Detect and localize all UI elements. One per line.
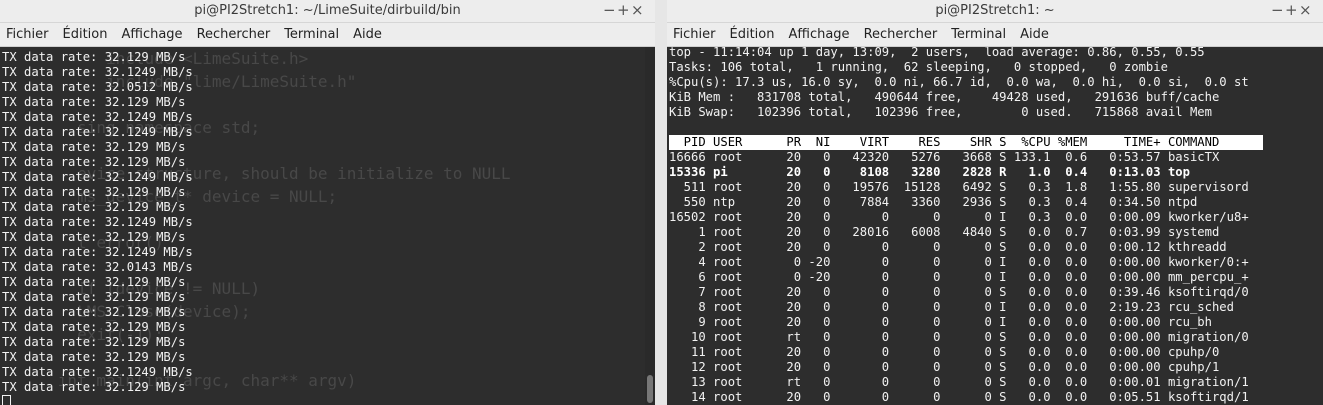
process-row: 13 root rt 0 0 0 0 S 0.0 0.0 0:00.01 mig…	[669, 375, 1249, 389]
log-line: TX data rate: 32.129 MB/s	[2, 140, 186, 154]
close-icon[interactable]: ×	[1299, 1, 1313, 19]
terminal-window-right: pi@PI2Stretch1: ~ −+× Fichier Édition Af…	[667, 0, 1323, 405]
scrollbar-thumb[interactable]	[647, 375, 653, 403]
menu-terminal[interactable]: Terminal	[951, 27, 1006, 42]
process-row: 1 root 20 0 28016 6008 4840 S 0.0 0.7 0:…	[669, 225, 1220, 239]
terminal-output[interactable]: include <LimeSuite.h> include "lime/Lime…	[0, 47, 645, 405]
log-line: TX data rate: 32.129 MB/s	[2, 200, 186, 214]
menu-aide[interactable]: Aide	[353, 27, 382, 42]
process-row: 2 root 20 0 0 0 0 S 0.0 0.0 0:00.12 kthr…	[669, 240, 1227, 254]
scrollbar[interactable]	[645, 47, 655, 405]
menu-terminal[interactable]: Terminal	[284, 27, 339, 42]
log-line: TX data rate: 32.129 MB/s	[2, 335, 186, 349]
log-line: TX data rate: 32.129 MB/s	[2, 230, 186, 244]
process-table-header: PID USER PR NI VIRT RES SHR S %CPU %MEM …	[669, 135, 1264, 150]
process-row: 10 root rt 0 0 0 0 S 0.0 0.0 0:00.00 mig…	[669, 330, 1249, 344]
log-line: TX data rate: 32.129 MB/s	[2, 155, 186, 169]
top-output: top - 11:14:04 up 1 day, 13:09, 2 users,…	[669, 47, 1264, 405]
tx-rate-log: TX data rate: 32.129 MB/s TX data rate: 3…	[2, 50, 193, 405]
process-row: 15336 pi 20 0 8108 3280 2828 R 1.0 0.4 0…	[669, 165, 1190, 179]
title-bar[interactable]: pi@PI2Stretch1: ~/LimeSuite/dirbuild/bin…	[0, 0, 655, 23]
log-line: TX data rate: 32.1249 MB/s	[2, 110, 193, 124]
process-row: 7 root 20 0 0 0 0 S 0.0 0.0 0:39.46 ksof…	[669, 285, 1249, 299]
process-row: 11 root 20 0 0 0 0 S 0.0 0.0 0:00.00 cpu…	[669, 345, 1220, 359]
log-line: TX data rate: 32.129 MB/s	[2, 185, 186, 199]
log-line: TX data rate: 32.129 MB/s	[2, 95, 186, 109]
log-line: TX data rate: 32.129 MB/s	[2, 305, 186, 319]
menu-bar: Fichier Édition Affichage Rechercher Ter…	[667, 23, 1323, 47]
log-line: TX data rate: 32.129 MB/s	[2, 275, 186, 289]
process-row: 511 root 20 0 19576 15128 6492 S 0.3 1.8…	[669, 180, 1249, 194]
minimize-icon[interactable]: −	[603, 1, 617, 19]
close-icon[interactable]: ×	[631, 1, 645, 19]
menu-aide[interactable]: Aide	[1020, 27, 1049, 42]
log-line: TX data rate: 32.0512 MB/s	[2, 80, 193, 94]
log-line: TX data rate: 32.1249 MB/s	[2, 365, 193, 379]
menu-fichier[interactable]: Fichier	[673, 27, 716, 42]
process-row: 6 root 0 -20 0 0 0 I 0.0 0.0 0:00.00 mm_…	[669, 270, 1249, 284]
summary-line: top - 11:14:04 up 1 day, 13:09, 2 users,…	[669, 47, 1205, 59]
log-line: TX data rate: 32.0143 MB/s	[2, 260, 193, 274]
menu-fichier[interactable]: Fichier	[6, 27, 49, 42]
maximize-icon[interactable]: +	[1285, 1, 1299, 19]
menu-rechercher[interactable]: Rechercher	[864, 27, 938, 42]
log-line: TX data rate: 32.1249 MB/s	[2, 215, 193, 229]
menu-edition[interactable]: Édition	[730, 27, 775, 42]
process-row: 12 root 20 0 0 0 0 S 0.0 0.0 0:00.00 cpu…	[669, 360, 1220, 374]
summary-line: KiB Swap: 102396 total, 102396 free, 0 u…	[669, 105, 1212, 119]
process-row: 9 root 20 0 0 0 0 I 0.0 0.0 0:00.00 rcu_…	[669, 315, 1212, 329]
log-line: TX data rate: 32.1249 MB/s	[2, 170, 193, 184]
terminal-window-left: pi@PI2Stretch1: ~/LimeSuite/dirbuild/bin…	[0, 0, 655, 405]
menu-affichage[interactable]: Affichage	[788, 27, 849, 42]
summary-line: Tasks: 106 total, 1 running, 62 sleeping…	[669, 60, 1168, 74]
log-line: TX data rate: 32.129 MB/s	[2, 380, 186, 394]
summary-line: KiB Mem : 831708 total, 490644 free, 494…	[669, 90, 1220, 104]
process-row: 16666 root 20 0 42320 5276 3668 S 133.1 …	[669, 150, 1220, 164]
minimize-icon[interactable]: −	[1271, 1, 1285, 19]
process-row: 550 ntp 20 0 7884 3360 2936 S 0.3 0.4 0:…	[669, 195, 1198, 209]
menu-edition[interactable]: Édition	[63, 27, 108, 42]
log-line: TX data rate: 32.1249 MB/s	[2, 65, 193, 79]
log-line: TX data rate: 32.1249 MB/s	[2, 245, 193, 259]
log-line: TX data rate: 32.129 MB/s	[2, 350, 186, 364]
log-line: TX data rate: 32.129 MB/s	[2, 320, 186, 334]
process-row: 14 root 20 0 0 0 0 S 0.0 0.0 0:05.51 kso…	[669, 390, 1249, 404]
maximize-icon[interactable]: +	[617, 1, 631, 19]
menu-affichage[interactable]: Affichage	[121, 27, 182, 42]
log-line: TX data rate: 32.129 MB/s	[2, 50, 186, 64]
terminal-output[interactable]: top - 11:14:04 up 1 day, 13:09, 2 users,…	[667, 47, 1323, 405]
title-bar[interactable]: pi@PI2Stretch1: ~ −+×	[667, 0, 1323, 23]
text-cursor	[2, 395, 11, 405]
log-line: TX data rate: 32.129 MB/s	[2, 290, 186, 304]
cursor-line	[2, 395, 193, 405]
log-line: TX data rate: 32.1249 MB/s	[2, 125, 193, 139]
process-row: 4 root 0 -20 0 0 0 I 0.0 0.0 0:00.00 kwo…	[669, 255, 1249, 269]
summary-line	[669, 120, 1263, 135]
process-row: 8 root 20 0 0 0 0 I 0.0 0.0 2:19.23 rcu_…	[669, 300, 1234, 314]
menu-rechercher[interactable]: Rechercher	[197, 27, 271, 42]
window-title: pi@PI2Stretch1: ~/LimeSuite/dirbuild/bin	[194, 3, 461, 18]
summary-line: %Cpu(s): 17.3 us, 16.0 sy, 0.0 ni, 66.7 …	[669, 75, 1249, 89]
window-divider	[655, 0, 667, 405]
window-title: pi@PI2Stretch1: ~	[935, 3, 1055, 18]
process-row: 16502 root 20 0 0 0 0 I 0.3 0.0 0:00.09 …	[669, 210, 1249, 224]
menu-bar: Fichier Édition Affichage Rechercher Ter…	[0, 23, 655, 47]
